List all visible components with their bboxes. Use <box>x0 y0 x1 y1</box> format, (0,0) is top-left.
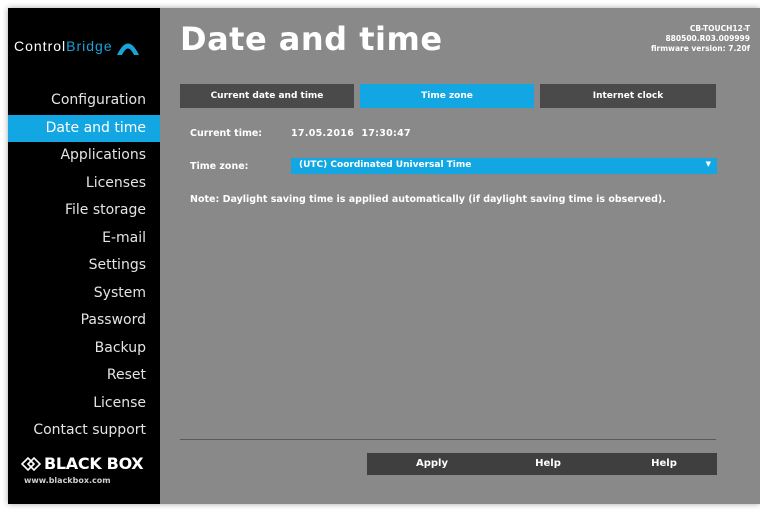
tab-current-date-and-time[interactable]: Current date and time <box>180 84 354 108</box>
footer-divider <box>180 439 716 440</box>
sidebar-item-configuration[interactable]: Configuration <box>8 87 160 115</box>
time-zone-label: Time zone: <box>190 161 249 172</box>
logo-text-control: Control <box>14 38 67 54</box>
device-model: CB-TOUCH12-T <box>689 24 750 33</box>
current-time-label: Current time: <box>190 128 263 139</box>
action-button-bar: Apply Help Help <box>367 453 717 475</box>
dst-note: Note: Daylight saving time is applied au… <box>190 194 666 205</box>
tab-bar: Current date and time Time zone Internet… <box>180 84 716 108</box>
sidebar-item-applications[interactable]: Applications <box>8 142 160 170</box>
sidebar-item-licenses[interactable]: Licenses <box>8 170 160 198</box>
caret-down-icon: ▼ <box>705 160 711 168</box>
sidebar: ControlBridge Configuration Date and tim… <box>8 8 160 504</box>
time-zone-panel: Current time: 17.05.2016 17:30:47 Time z… <box>190 124 718 205</box>
brand-url: www.blackbox.com <box>24 476 111 485</box>
time-zone-select[interactable]: (UTC) Coordinated Universal Time ▼ <box>291 158 717 174</box>
apply-button[interactable]: Apply <box>387 453 477 475</box>
firmware-version: firmware version: 7.20f <box>650 44 750 53</box>
logo-text-bridge: Bridge <box>66 38 113 54</box>
device-serial: 880500.R03.009999 <box>665 34 750 43</box>
sidebar-item-settings[interactable]: Settings <box>8 252 160 280</box>
sidebar-item-reset[interactable]: Reset <box>8 362 160 390</box>
current-time-row: Current time: 17.05.2016 17:30:47 <box>190 124 718 144</box>
logo-text: ControlBridge <box>14 38 113 54</box>
tab-internet-clock[interactable]: Internet clock <box>540 84 716 108</box>
controlbridge-logo: ControlBridge <box>14 30 156 62</box>
sidebar-item-contact-support[interactable]: Contact support <box>8 417 160 445</box>
help-button[interactable]: Help <box>503 453 593 475</box>
sidebar-item-system[interactable]: System <box>8 280 160 308</box>
current-time-value: 17.05.2016 17:30:47 <box>291 128 411 139</box>
help-button-secondary[interactable]: Help <box>619 453 709 475</box>
sidebar-item-file-storage[interactable]: File storage <box>8 197 160 225</box>
black-box-diamond-icon <box>20 456 42 471</box>
tab-time-zone[interactable]: Time zone <box>360 84 534 108</box>
page-title: Date and time <box>180 20 443 58</box>
app-window: ControlBridge Configuration Date and tim… <box>8 8 760 504</box>
sidebar-item-password[interactable]: Password <box>8 307 160 335</box>
black-box-brand: BLACK BOX www.blackbox.com <box>20 454 150 485</box>
sidebar-item-date-and-time[interactable]: Date and time <box>8 114 160 142</box>
sidebar-item-email[interactable]: E-mail <box>8 225 160 253</box>
brand-name: BLACK BOX <box>44 454 144 473</box>
time-zone-selected-value: (UTC) Coordinated Universal Time <box>299 160 472 170</box>
sidebar-item-license[interactable]: License <box>8 390 160 418</box>
bridge-arc-icon <box>116 43 139 55</box>
sidebar-nav: Configuration Date and time Applications… <box>8 87 160 445</box>
sidebar-item-backup[interactable]: Backup <box>8 335 160 363</box>
brand-row: BLACK BOX <box>20 454 150 473</box>
device-info: CB-TOUCH12-T 880500.R03.009999 firmware … <box>651 24 750 54</box>
